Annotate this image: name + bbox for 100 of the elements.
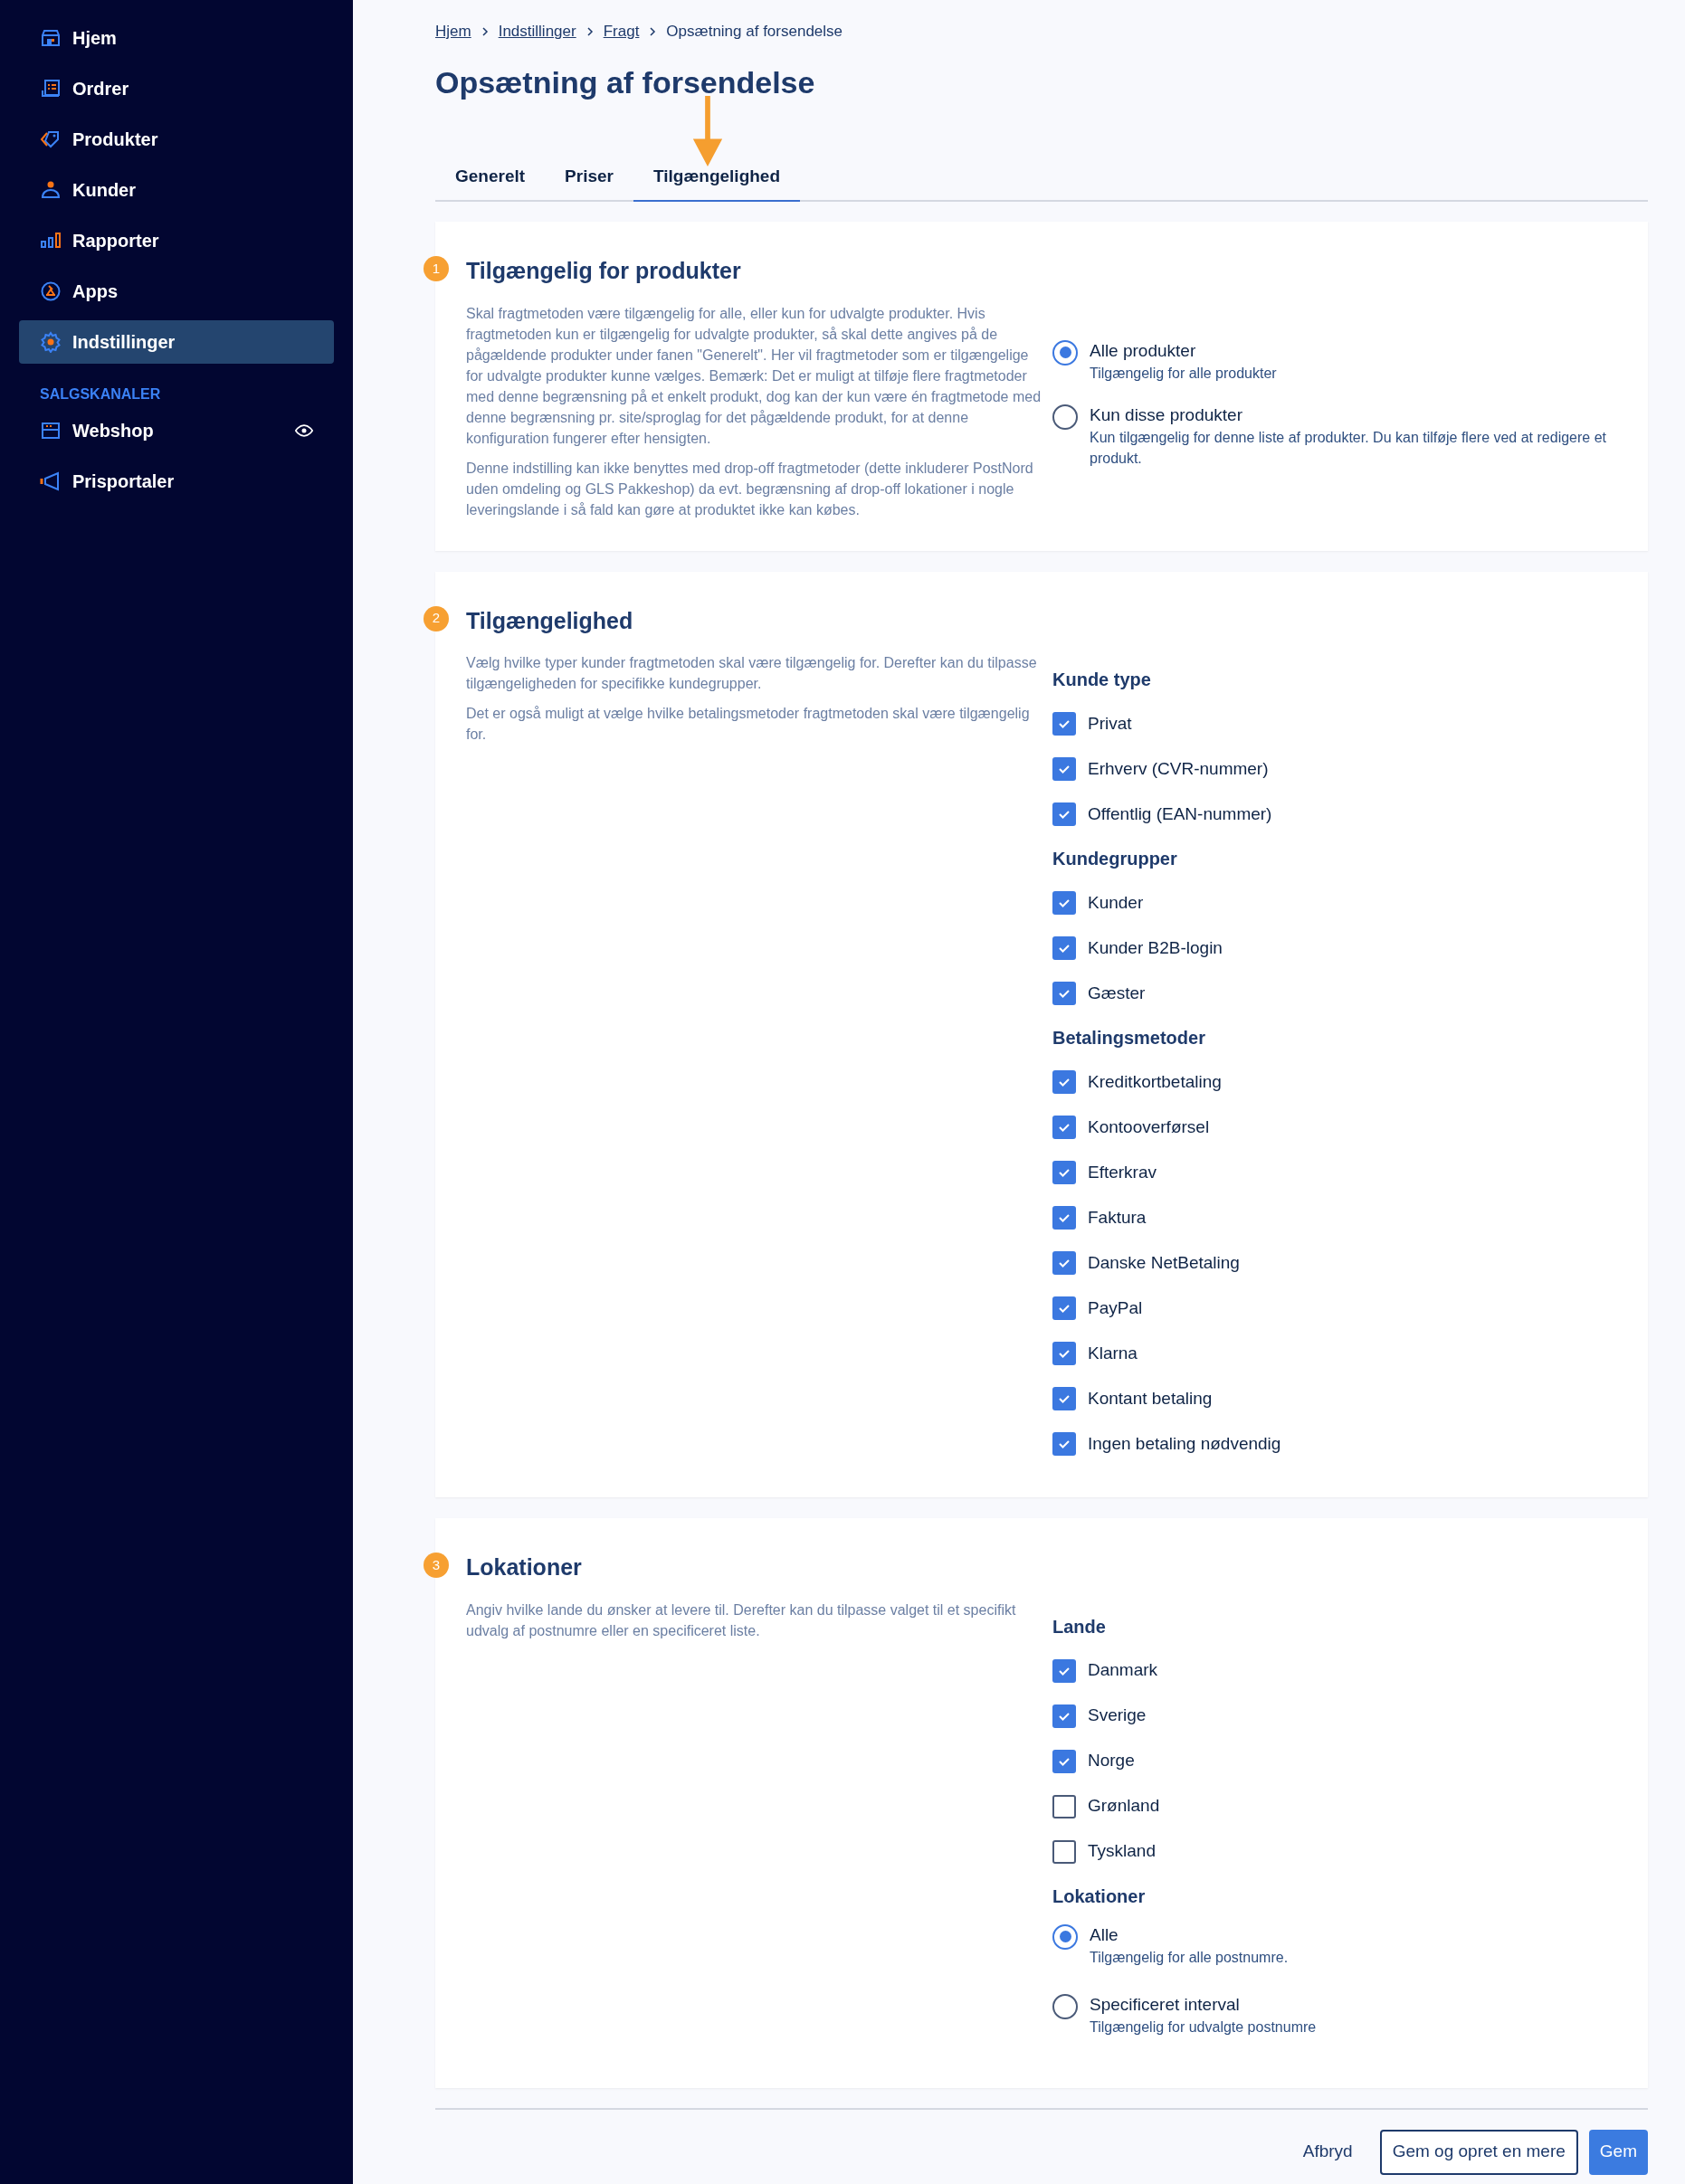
eye-icon[interactable] xyxy=(295,422,313,440)
checkbox[interactable] xyxy=(1052,982,1076,1005)
checkbox-label: Danske NetBetaling xyxy=(1088,1251,1240,1274)
checkbox[interactable] xyxy=(1052,1296,1076,1320)
checkbox[interactable] xyxy=(1052,1161,1076,1184)
description-text: Skal fragtmetoden være tilgængelig for alle, eller kun for udvalgte produkter. Hvis fragtmetoden kun er tilgængelig for udvalgte produkter, så skal dette angives på de pågældende produkter under fanen "Generelt". Her vil fragtmetoder som er tilgængelige for udvalgte produkter kunne vælges. Bemærk: Det er muligt at tilføje flere fragtmetoder med denne begrænsning på et enkelt produkt, dog kan der kun være én fragtmetode med denne begrænsning pr. site/sproglag for det pågældende produkt, for at denne konfiguration fungerer efter hensigten. xyxy=(466,304,1042,448)
checkbox-label: Grønland xyxy=(1088,1795,1160,1818)
step-number: 3 xyxy=(424,1553,449,1578)
description-text: Angiv hvilke lande du ønsker at levere til. Derefter kan du tilpasse valget til et specifikt udvalg af postnumre eller en specificeret liste. xyxy=(466,1600,1017,1640)
page-title: Opsætning af forsendelse xyxy=(435,63,816,101)
checkbox[interactable] xyxy=(1052,1658,1076,1683)
checkbox-label: Ingen betaling nødvendig xyxy=(1088,1432,1281,1455)
step-number: 1 xyxy=(424,256,449,281)
chevron-icon xyxy=(648,26,658,36)
group-heading: Lokationer xyxy=(1052,1885,1147,1908)
checkbox[interactable] xyxy=(1052,757,1076,781)
checkbox-label: Gæster xyxy=(1088,982,1146,1004)
sidebar-item[interactable]: Apps xyxy=(19,270,334,313)
chevron-icon xyxy=(585,26,595,36)
radio-button[interactable] xyxy=(1052,404,1078,430)
checkbox[interactable] xyxy=(1052,1704,1076,1728)
tab[interactable]: Tilgængelighed xyxy=(633,163,800,202)
radio-label: Specificeret interval xyxy=(1090,1993,1241,2016)
sidebar-item[interactable]: Prisportaler xyxy=(40,468,175,495)
breadcrumb-link[interactable]: Fragt xyxy=(603,20,640,43)
section-label: SALGSKANALER xyxy=(39,385,162,404)
sidebar-item[interactable]: Hjem xyxy=(19,16,334,60)
save-button[interactable]: Gem xyxy=(1588,2129,1648,2175)
checkbox[interactable] xyxy=(1052,1387,1076,1410)
checkbox-label: Danmark xyxy=(1088,1659,1158,1682)
radio-label: Kun disse produkter xyxy=(1090,404,1243,426)
breadcrumb-link[interactable]: Hjem xyxy=(435,20,471,43)
checkbox-label: Sverige xyxy=(1088,1704,1147,1727)
megaphone-icon xyxy=(40,470,62,492)
checkbox[interactable] xyxy=(1052,891,1076,915)
document-icon xyxy=(40,78,62,100)
checkbox-label: Faktura xyxy=(1088,1206,1147,1229)
description-text: Det er også muligt at vælge hvilke betalingsmetoder fragtmetoden skal være tilgængelig for. xyxy=(466,705,1031,744)
radio-button[interactable] xyxy=(1052,339,1078,366)
sidebar-item[interactable]: Rapporter xyxy=(19,219,334,262)
checkbox[interactable] xyxy=(1052,1432,1076,1456)
checkbox-label: Privat xyxy=(1088,712,1132,735)
sidebar-item[interactable]: Webshop xyxy=(40,417,154,444)
checkbox[interactable] xyxy=(1052,1070,1076,1094)
apps-icon xyxy=(40,280,62,302)
option-description: Kun tilgængelig for denne liste af produkter. Du kan tilføje flere ved at redigere et produkt. xyxy=(1090,428,1607,468)
checkbox-label: Offentlig (EAN-nummer) xyxy=(1088,802,1272,825)
breadcrumb-link[interactable]: Indstillinger xyxy=(498,20,576,43)
tab[interactable]: Priser xyxy=(545,163,633,202)
save-and-new-button[interactable]: Gem og opret en mere xyxy=(1379,2129,1578,2175)
section-title: Lokationer xyxy=(466,1553,583,1581)
breadcrumb-current: Opsætning af forsendelse xyxy=(666,22,843,42)
checkbox-label: Kontooverførsel xyxy=(1088,1116,1210,1138)
checkbox[interactable] xyxy=(1052,802,1076,826)
checkbox[interactable] xyxy=(1052,1116,1076,1139)
section-title: Tilgængelig for produkter xyxy=(466,257,742,285)
sidebar-item[interactable]: Produkter xyxy=(19,118,334,161)
sidebar-item[interactable]: Kunder xyxy=(19,168,334,212)
group-heading: Betalingsmetoder xyxy=(1052,1027,1206,1049)
checkbox-label: Kunder B2B-login xyxy=(1088,936,1223,959)
checkbox-label: Kreditkortbetaling xyxy=(1088,1070,1222,1093)
checkbox[interactable] xyxy=(1052,1749,1076,1773)
store-icon xyxy=(40,420,62,442)
option-description: Tilgængelig for alle postnumre. xyxy=(1090,1948,1289,1967)
tag-icon xyxy=(40,128,62,150)
settings-icon xyxy=(40,331,62,353)
group-heading: Lande xyxy=(1052,1615,1107,1638)
option-description: Tilgængelig for udvalgte postnumre xyxy=(1090,2018,1317,2037)
checkbox-label: Erhverv (CVR-nummer) xyxy=(1088,757,1269,780)
radio-button[interactable] xyxy=(1052,1923,1078,1950)
checkbox-label: Kunder xyxy=(1088,891,1144,914)
section-title: Tilgængelighed xyxy=(466,606,634,635)
checkbox[interactable] xyxy=(1052,1206,1076,1230)
tab[interactable]: Generelt xyxy=(435,163,546,202)
person-icon xyxy=(40,179,62,201)
checkbox-label: Kontant betaling xyxy=(1088,1387,1213,1410)
radio-label: Alle produkter xyxy=(1090,339,1197,362)
checkbox-label: Tyskland xyxy=(1088,1840,1156,1863)
checkbox[interactable] xyxy=(1052,1839,1076,1864)
checkbox[interactable] xyxy=(1052,936,1076,960)
group-heading: Kundegrupper xyxy=(1052,848,1178,870)
step-number: 2 xyxy=(424,605,449,631)
checkbox[interactable] xyxy=(1052,712,1076,736)
chevron-icon xyxy=(480,26,490,36)
radio-button[interactable] xyxy=(1052,1993,1078,2019)
checkbox-label: Klarna xyxy=(1088,1342,1138,1364)
option-description: Tilgængelig for alle produkter xyxy=(1090,364,1277,383)
arrow-icon xyxy=(692,96,723,166)
checkbox[interactable] xyxy=(1052,1251,1076,1275)
sidebar-item[interactable]: Indstillinger xyxy=(19,320,334,364)
checkbox[interactable] xyxy=(1052,1794,1076,1818)
checkbox-label: Norge xyxy=(1088,1750,1135,1772)
group-heading: Kunde type xyxy=(1052,669,1152,691)
checkbox-label: PayPal xyxy=(1088,1296,1143,1319)
sidebar-item[interactable]: Ordrer xyxy=(19,67,334,110)
cancel-link[interactable]: Afbryd xyxy=(1286,2130,1369,2174)
home-icon xyxy=(40,27,62,49)
radio-label: Alle xyxy=(1090,1923,1119,1946)
checkbox[interactable] xyxy=(1052,1342,1076,1365)
description-text: Vælg hvilke typer kunder fragtmetoden skal være tilgængelig for. Derefter kan du tilpasse tilgængeligheden for specifikke kundegrupper. xyxy=(466,654,1038,693)
